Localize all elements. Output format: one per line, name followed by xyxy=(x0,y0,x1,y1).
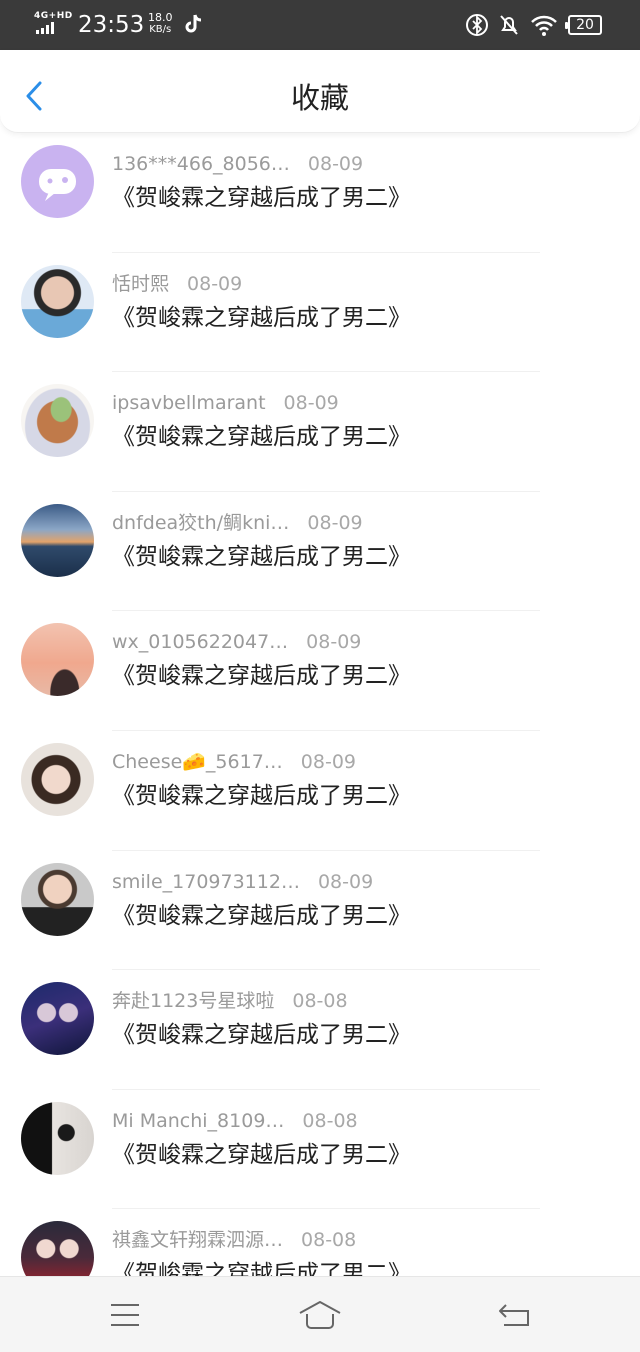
date: 08-09 xyxy=(187,272,243,295)
item-meta: ipsavbellmarant 08-09 xyxy=(112,390,339,416)
menu-icon[interactable] xyxy=(105,1297,145,1333)
avatar[interactable] xyxy=(21,1101,94,1175)
book-title[interactable]: 《贺峻霖之穿越后成了男二》 xyxy=(112,1138,411,1172)
username: 136***466_8056… xyxy=(112,153,290,175)
mute-icon xyxy=(500,15,518,35)
list-item[interactable]: wx_0105622047… 08-09 《贺峻霖之穿越后成了男二》 xyxy=(0,611,640,731)
avatar[interactable] xyxy=(21,862,94,936)
book-title[interactable]: 《贺峻霖之穿越后成了男二》 xyxy=(112,301,411,335)
date: 08-09 xyxy=(307,153,364,175)
username: Cheese🧀_5617… xyxy=(112,750,283,773)
username: 奔赴1123号星球啦 xyxy=(112,990,275,1013)
signal-icon xyxy=(36,22,54,34)
username: Mi Manchi_8109… xyxy=(112,1109,285,1132)
favorites-list[interactable]: 136***466_8056… 08-09 《贺峻霖之穿越后成了男二》 恬时熙 08… xyxy=(0,133,640,1276)
status-icons: 20 xyxy=(466,12,602,38)
battery-icon: 20 xyxy=(565,15,602,35)
username: wx_0105622047… xyxy=(112,631,289,654)
avatar[interactable] xyxy=(21,742,94,816)
username: 恬时熙 xyxy=(112,272,170,295)
date: 08-08 xyxy=(292,990,348,1013)
username: ipsavbellmarant xyxy=(112,392,266,415)
list-item[interactable]: 奔赴1123号星球啦 08-08 《贺峻霖之穿越后成了男二》 xyxy=(0,970,640,1090)
book-title[interactable]: 《贺峻霖之穿越后成了男二》 xyxy=(112,420,411,454)
clock: 23:53 xyxy=(78,12,145,38)
avatar[interactable] xyxy=(21,145,94,218)
date: 08-09 xyxy=(300,750,357,773)
app-header: 收藏 xyxy=(0,50,640,133)
speed-value: 18.0 xyxy=(148,11,173,24)
date: 08-09 xyxy=(307,511,363,534)
list-item[interactable]: 136***466_8056… 08-09 《贺峻霖之穿越后成了男二》 xyxy=(0,133,640,253)
network-speed: 18.0 KB/s xyxy=(148,12,173,36)
item-meta: Mi Manchi_8109… 08-08 xyxy=(112,1108,358,1134)
item-meta: dnfdea狡th/鲷kni… 08-09 xyxy=(112,510,363,536)
date: 08-09 xyxy=(317,870,374,893)
item-meta: Cheese🧀_5617… 08-09 xyxy=(112,749,356,775)
date: 08-08 xyxy=(302,1109,358,1132)
avatar[interactable] xyxy=(21,1221,94,1276)
list-item[interactable]: 恬时熙 08-09 《贺峻霖之穿越后成了男二》 xyxy=(0,253,640,373)
chat-face-icon xyxy=(39,169,76,201)
avatar[interactable] xyxy=(21,982,94,1056)
book-title[interactable]: 《贺峻霖之穿越后成了男二》 xyxy=(112,779,411,813)
network-type: 4G+HD xyxy=(34,11,73,21)
username: dnfdea狡th/鲷kni… xyxy=(112,511,290,534)
avatar[interactable] xyxy=(21,623,94,697)
item-meta: 136***466_8056… 08-09 xyxy=(112,151,363,177)
book-title[interactable]: 《贺峻霖之穿越后成了男二》 xyxy=(112,1257,411,1276)
status-bar: 4G+HD 23:53 18.0 KB/s 20 xyxy=(0,0,640,50)
book-title[interactable]: 《贺峻霖之穿越后成了男二》 xyxy=(112,540,411,574)
system-nav-bar xyxy=(0,1276,640,1352)
tiktok-icon xyxy=(185,14,202,33)
list-item[interactable]: Mi Manchi_8109… 08-08 《贺峻霖之穿越后成了男二》 xyxy=(0,1090,640,1210)
book-title[interactable]: 《贺峻霖之穿越后成了男二》 xyxy=(112,181,411,215)
home-icon[interactable] xyxy=(298,1297,342,1333)
item-meta: smile_170973112… 08-09 xyxy=(112,869,373,895)
list-item[interactable]: dnfdea狡th/鲷kni… 08-09 《贺峻霖之穿越后成了男二》 xyxy=(0,492,640,612)
back-icon[interactable] xyxy=(496,1297,536,1333)
book-title[interactable]: 《贺峻霖之穿越后成了男二》 xyxy=(112,899,411,933)
username: 祺鑫文轩翔霖泗源… xyxy=(112,1229,284,1252)
book-title[interactable]: 《贺峻霖之穿越后成了男二》 xyxy=(112,659,411,693)
list-item[interactable]: ipsavbellmarant 08-09 《贺峻霖之穿越后成了男二》 xyxy=(0,372,640,492)
date: 08-09 xyxy=(306,631,362,654)
username: smile_170973112… xyxy=(112,870,300,893)
list-item[interactable]: 祺鑫文轩翔霖泗源… 08-08 《贺峻霖之穿越后成了男二》 xyxy=(0,1209,640,1276)
item-meta: 奔赴1123号星球啦 08-08 xyxy=(112,988,348,1014)
speed-unit: KB/s xyxy=(149,24,172,35)
bluetooth-icon xyxy=(466,14,488,36)
item-meta: 祺鑫文轩翔霖泗源… 08-08 xyxy=(112,1227,356,1253)
date: 08-09 xyxy=(283,392,339,415)
list-item[interactable]: Cheese🧀_5617… 08-09 《贺峻霖之穿越后成了男二》 xyxy=(0,731,640,851)
avatar[interactable] xyxy=(21,264,94,338)
page-title: 收藏 xyxy=(290,81,349,115)
list-item[interactable]: smile_170973112… 08-09 《贺峻霖之穿越后成了男二》 xyxy=(0,851,640,971)
item-meta: 恬时熙 08-09 xyxy=(112,271,242,297)
avatar[interactable] xyxy=(21,503,94,577)
item-meta: wx_0105622047… 08-09 xyxy=(112,629,361,655)
date: 08-08 xyxy=(301,1229,357,1252)
wifi-icon xyxy=(531,15,557,36)
avatar[interactable] xyxy=(21,384,94,458)
book-title[interactable]: 《贺峻霖之穿越后成了男二》 xyxy=(112,1018,411,1052)
